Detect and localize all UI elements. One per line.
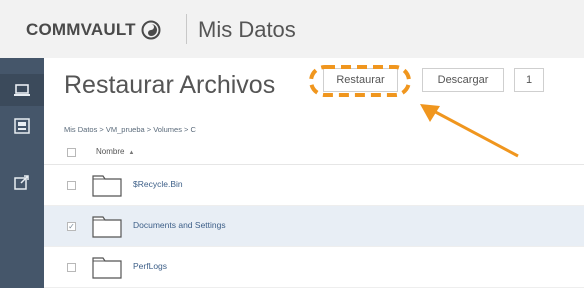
restore-highlight-annotation [309,65,411,97]
nav-item-server[interactable] [0,110,44,142]
commvault-logo-icon [141,20,161,40]
share-icon [14,175,29,190]
table-row[interactable]: PerfLogs [44,247,584,288]
row-checkbox[interactable]: ✓ [67,222,76,231]
table-row[interactable]: ✓ Documents and Settings [44,206,584,247]
file-name-link[interactable]: PerfLogs [133,261,167,271]
checkmark-icon: ✓ [68,222,75,231]
folder-icon [92,175,122,197]
folder-icon [92,257,122,279]
select-all-checkbox[interactable] [67,148,76,157]
table-row[interactable]: $Recycle.Bin [44,165,584,206]
column-header-label: Nombre [96,147,125,156]
server-icon [14,118,30,134]
row-checkbox[interactable] [67,181,76,190]
laptop-icon [14,84,30,96]
nav-item-share[interactable] [0,166,44,198]
count-button[interactable]: 1 [514,68,544,92]
logo-text: COMMVAULT [26,20,136,39]
breadcrumb[interactable]: Mis Datos > VM_prueba > Volumes > C [64,125,196,134]
table-header: Nombre ▲ [44,140,584,165]
commvault-logo[interactable]: COMMVAULT [26,20,161,40]
column-header-name[interactable]: Nombre ▲ [96,147,134,156]
file-name-link[interactable]: Documents and Settings [133,220,226,230]
folder-icon [92,216,122,238]
main-content: Restaurar Archivos Restaurar Descargar 1… [44,58,584,288]
file-name-link[interactable]: $Recycle.Bin [133,179,183,189]
nav-item-laptop[interactable] [0,74,44,106]
app-header: COMMVAULT Mis Datos [0,0,584,58]
page-title: Restaurar Archivos [64,71,276,99]
header-divider [186,14,187,44]
sort-ascending-icon: ▲ [128,150,135,156]
download-button[interactable]: Descargar [422,68,504,92]
file-table: Nombre ▲ $Recycle.Bin ✓ Documents and Set… [44,140,584,288]
app-title: Mis Datos [198,17,296,42]
left-nav [0,58,44,288]
row-checkbox[interactable] [67,263,76,272]
